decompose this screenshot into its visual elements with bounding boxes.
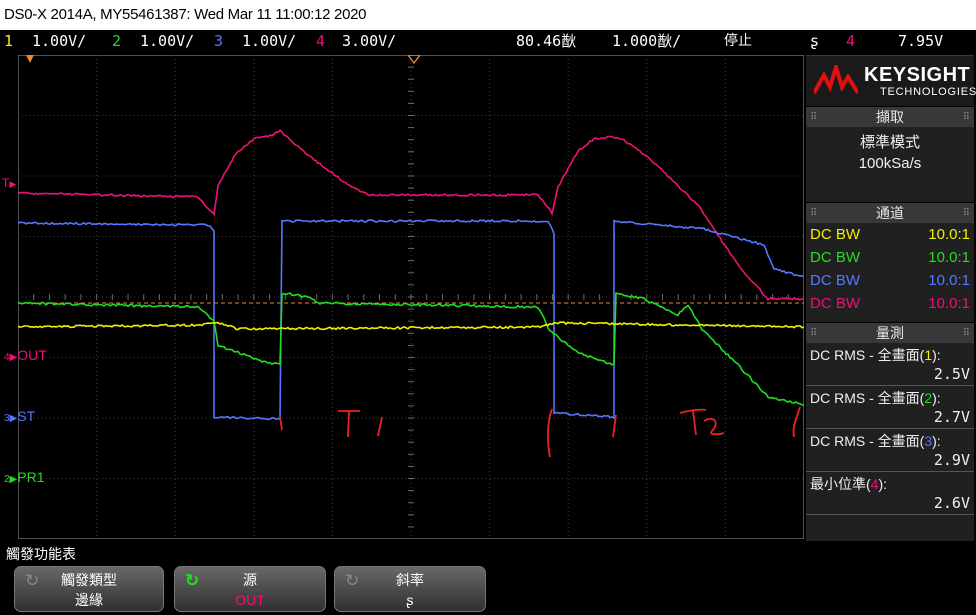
channel-row[interactable]: DC BW 10.0:1 xyxy=(806,246,974,269)
measurement-rows: DC RMS - 全畫面(1): 2.5V DC RMS - 全畫面(2): 2.7V… xyxy=(806,343,974,515)
channel-coupling: DC BW xyxy=(810,223,860,246)
channel-row[interactable]: DC BW 10.0:1 xyxy=(806,223,974,246)
source-button[interactable]: ↻ 源 OUT xyxy=(174,566,326,612)
ch1-scale[interactable]: 1.00V/ xyxy=(32,30,86,52)
measurement-label-prefix: DC RMS - 全畫面( xyxy=(810,433,924,449)
measurement-label-suffix: ): xyxy=(932,433,941,449)
measurement-label-prefix: DC RMS - 全畫面( xyxy=(810,347,924,363)
channel-probe-ratio: 10.0:1 xyxy=(928,292,970,315)
measure-panel[interactable]: ⠿ 量測 ⠿ DC RMS - 全畫面(1): 2.5V DC RMS - 全畫面(2)… xyxy=(806,323,974,541)
measurement-source: 1 xyxy=(924,347,932,363)
measurement-item[interactable]: DC RMS - 全畫面(2): 2.7V xyxy=(806,386,974,429)
measurement-value: 2.7V xyxy=(810,408,970,426)
brand-sub: TECHNOLOGIES xyxy=(880,86,976,98)
measurement-label-suffix: ): xyxy=(878,476,887,492)
measurement-item[interactable]: 最小位準(4): 2.6V xyxy=(806,472,974,515)
timebase-delay[interactable]: 80.46㷕 xyxy=(516,30,576,52)
window-title: DS0-X 2014A, MY55461387: Wed Mar 11 11:0… xyxy=(0,0,976,30)
ch1-number[interactable]: 1 xyxy=(4,30,13,52)
acquire-header: 擷取 xyxy=(876,109,904,125)
ch4-ground-marker[interactable]: 4▶OUT xyxy=(4,347,47,363)
measurement-item[interactable]: DC RMS - 全畫面(3): 2.9V xyxy=(806,429,974,472)
ch2-label: PR1 xyxy=(17,469,44,485)
channel-rows: DC BW 10.0:1 DC BW 10.0:1 DC BW 10.0:1 DC BW 10… xyxy=(806,223,974,315)
brand-name: KEYSIGHT xyxy=(864,64,970,87)
measurement-label-suffix: ): xyxy=(932,347,941,363)
measurement-label-suffix: ): xyxy=(932,390,941,406)
ch4-label: OUT xyxy=(17,347,47,363)
ch3-label: ST xyxy=(17,408,35,424)
channel-coupling: DC BW xyxy=(810,292,860,315)
channel-status-bar: 1 1.00V/ 2 1.00V/ 3 1.00V/ 4 3.00V/ 80.4… xyxy=(0,30,976,52)
measurement-label: DC RMS - 全畫面(2): xyxy=(810,388,970,408)
ch2-scale[interactable]: 1.00V/ xyxy=(140,30,194,52)
measurement-source: 2 xyxy=(924,390,932,406)
rotate-knob-icon: ↻ xyxy=(25,571,39,591)
channels-header: 通道 xyxy=(876,205,904,221)
rotate-knob-active-icon: ↻ xyxy=(185,571,199,591)
slope-button[interactable]: ↻ 斜率 ʂ xyxy=(334,566,486,612)
ch3-scale[interactable]: 1.00V/ xyxy=(242,30,296,52)
run-state[interactable]: 停止 xyxy=(724,30,752,52)
measurement-label: DC RMS - 全畫面(3): xyxy=(810,431,970,451)
measure-header: 量測 xyxy=(876,325,904,341)
trigger-type-button[interactable]: ↻ 觸發類型 邊緣 xyxy=(14,566,164,612)
ch2-number[interactable]: 2 xyxy=(112,30,121,52)
rotate-knob-icon: ↻ xyxy=(345,571,359,591)
trigger-source[interactable]: 4 xyxy=(846,30,855,52)
channel-probe-ratio: 10.0:1 xyxy=(928,269,970,292)
measurement-label: DC RMS - 全畫面(1): xyxy=(810,345,970,365)
side-panel: KEYSIGHT TECHNOLOGIES ⠿ 擷取 ⠿ 標準模式 100kSa/s… xyxy=(806,55,974,540)
ch4-scale[interactable]: 3.00V/ xyxy=(342,30,396,52)
menu-title: 觸發功能表 xyxy=(6,544,76,564)
source-value: OUT xyxy=(175,590,325,610)
ch2-ground-marker[interactable]: 2▶PR1 xyxy=(4,469,45,485)
measurement-label-prefix: DC RMS - 全畫面( xyxy=(810,390,924,406)
brand-panel: KEYSIGHT TECHNOLOGIES xyxy=(806,55,974,106)
timebase-scale[interactable]: 1.000㷕/ xyxy=(612,30,681,52)
measurement-item[interactable]: DC RMS - 全畫面(1): 2.5V xyxy=(806,343,974,386)
trigger-type-value: 邊緣 xyxy=(15,590,163,610)
trigger-level-marker: T▶ xyxy=(2,176,16,190)
measurement-label-prefix: 最小位準( xyxy=(810,476,871,492)
measurement-value: 2.5V xyxy=(810,365,970,383)
channel-probe-ratio: 10.0:1 xyxy=(928,246,970,269)
softkey-menu: 觸發功能表 ↻ 觸發類型 邊緣 ↻ 源 OUT ↻ 斜率 ʂ xyxy=(0,541,976,615)
ch4-number[interactable]: 4 xyxy=(316,30,325,52)
acquire-mode: 標準模式 xyxy=(806,131,974,152)
rising-edge-icon: ʂ xyxy=(335,590,485,610)
acquire-panel[interactable]: ⠿ 擷取 ⠿ 標準模式 100kSa/s xyxy=(806,107,974,202)
measurement-value: 2.9V xyxy=(810,451,970,469)
keysight-logo-icon xyxy=(814,65,858,99)
channel-row[interactable]: DC BW 10.0:1 xyxy=(806,292,974,315)
channels-panel[interactable]: ⠿ 通道 ⠿ DC BW 10.0:1 DC BW 10.0:1 DC BW 10.0:1 DC… xyxy=(806,203,974,322)
ch3-ground-marker[interactable]: 3▶ST xyxy=(4,408,35,424)
ch3-number[interactable]: 3 xyxy=(214,30,223,52)
trigger-level[interactable]: 7.95V xyxy=(898,30,943,52)
measurement-value: 2.6V xyxy=(810,494,970,512)
measurement-source: 3 xyxy=(924,433,932,449)
channel-coupling: DC BW xyxy=(810,269,860,292)
channel-coupling: DC BW xyxy=(810,246,860,269)
acquire-rate: 100kSa/s xyxy=(806,155,974,172)
waveform-display[interactable] xyxy=(18,55,804,539)
measurement-label: 最小位準(4): xyxy=(810,474,970,494)
channel-row[interactable]: DC BW 10.0:1 xyxy=(806,269,974,292)
channel-probe-ratio: 10.0:1 xyxy=(928,223,970,246)
rising-edge-icon: ʂ xyxy=(810,30,819,52)
